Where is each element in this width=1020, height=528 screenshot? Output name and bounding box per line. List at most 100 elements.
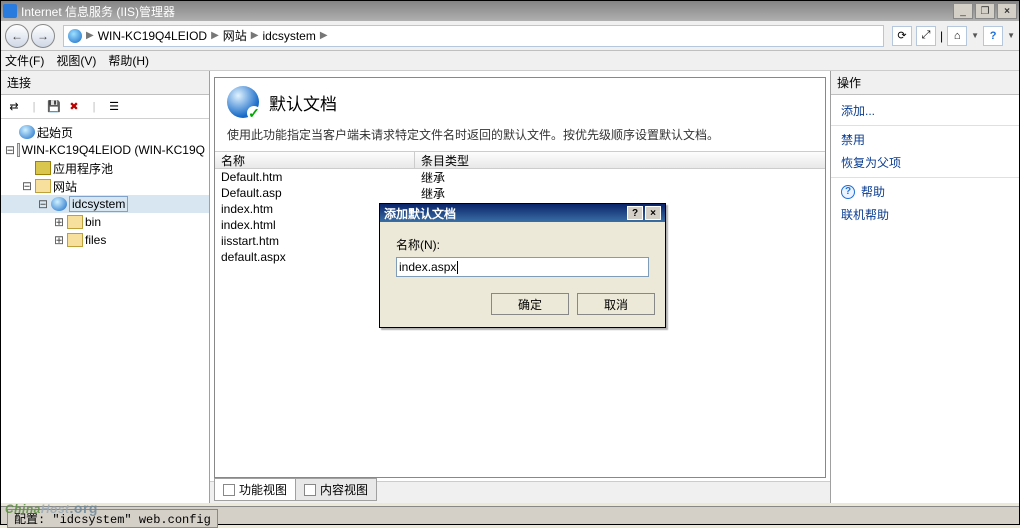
dialog-body: 名称(N): index.aspx bbox=[380, 222, 665, 287]
menu-file[interactable]: 文件(F) bbox=[5, 52, 44, 69]
action-add[interactable]: 添加... bbox=[831, 99, 1019, 126]
group-icon[interactable]: ☰ bbox=[105, 98, 123, 116]
collapse-icon[interactable]: ⊟ bbox=[5, 143, 15, 158]
delete-icon[interactable]: ✖ bbox=[65, 98, 83, 116]
save-icon[interactable]: 💾 bbox=[45, 98, 63, 116]
back-button[interactable]: ← bbox=[5, 24, 29, 48]
dialog-titlebar[interactable]: 添加默认文档 ? × bbox=[380, 204, 665, 222]
folder-icon bbox=[67, 215, 83, 229]
tab-label: 功能视图 bbox=[239, 481, 287, 498]
page-description: 使用此功能指定当客户端未请求特定文件名时返回的默认文件。按优先级顺序设置默认文档… bbox=[215, 126, 825, 151]
app-icon bbox=[3, 4, 17, 18]
breadcrumb-site[interactable]: idcsystem bbox=[262, 29, 315, 43]
site-icon bbox=[51, 197, 67, 211]
tab-features-view[interactable]: 功能视图 bbox=[214, 478, 296, 501]
help-button[interactable]: ? bbox=[983, 26, 1003, 46]
nav-actions: ⟳ ⤢ | ⌂ ▼ ? ▼ bbox=[892, 26, 1015, 46]
actions-panel: 操作 添加... 禁用 恢复为父项 ? 帮助 联机帮助 bbox=[830, 71, 1019, 503]
home-button[interactable]: ⌂ bbox=[947, 26, 967, 46]
actions-list: 添加... 禁用 恢复为父项 ? 帮助 联机帮助 bbox=[831, 95, 1019, 230]
tree-host[interactable]: ⊟ WIN-KC19Q4LEIOD (WIN-KC19Q bbox=[1, 141, 209, 159]
action-online-help[interactable]: 联机帮助 bbox=[831, 203, 1019, 226]
close-button[interactable]: × bbox=[997, 3, 1017, 19]
tree-app-pools[interactable]: 应用程序池 bbox=[1, 159, 209, 177]
forward-button[interactable]: → bbox=[31, 24, 55, 48]
menu-bar: 文件(F) 视图(V) 帮助(H) bbox=[1, 51, 1019, 71]
table-row[interactable]: Default.asp继承 bbox=[215, 185, 825, 201]
breadcrumb-host[interactable]: WIN-KC19Q4LEIOD bbox=[98, 29, 207, 43]
tree-folder-files[interactable]: ⊞ files bbox=[1, 231, 209, 249]
tree-sites[interactable]: ⊟ 网站 bbox=[1, 177, 209, 195]
expand-icon[interactable]: ⊞ bbox=[53, 233, 65, 248]
dialog-buttons: 确定 取消 bbox=[380, 287, 665, 327]
col-name[interactable]: 名称 bbox=[215, 152, 415, 169]
pool-icon bbox=[35, 161, 51, 175]
features-icon bbox=[223, 484, 235, 496]
window-buttons: _ ❐ × bbox=[953, 3, 1017, 19]
add-default-document-dialog: 添加默认文档 ? × 名称(N): index.aspx 确定 取消 bbox=[379, 203, 666, 328]
connect-icon[interactable]: ⇄ bbox=[5, 98, 23, 116]
dialog-title: 添加默认文档 bbox=[384, 205, 625, 222]
connections-toolbar: ⇄ | 💾 ✖ | ☰ bbox=[1, 95, 209, 119]
collapse-icon[interactable]: ⊟ bbox=[37, 197, 49, 212]
action-disable[interactable]: 禁用 bbox=[831, 128, 1019, 151]
tree-label: files bbox=[85, 233, 106, 247]
tab-label: 内容视图 bbox=[320, 481, 368, 498]
name-label: 名称(N): bbox=[396, 236, 649, 253]
breadcrumb-sites[interactable]: 网站 bbox=[223, 27, 247, 44]
content-icon bbox=[304, 484, 316, 496]
server-icon bbox=[17, 143, 20, 157]
chevron-right-icon: ▶ bbox=[251, 30, 259, 41]
separator-icon: | bbox=[85, 98, 103, 116]
default-document-icon bbox=[227, 86, 259, 118]
tree-site-idcsystem[interactable]: ⊟ idcsystem bbox=[1, 195, 209, 213]
cancel-button[interactable]: 取消 bbox=[577, 293, 655, 315]
tree-start-page[interactable]: 起始页 bbox=[1, 123, 209, 141]
grid-header: 名称 条目类型 bbox=[215, 151, 825, 169]
minimize-button[interactable]: _ bbox=[953, 3, 973, 19]
separator: | bbox=[940, 29, 943, 43]
dialog-help-button[interactable]: ? bbox=[627, 206, 643, 220]
separator-icon: | bbox=[25, 98, 43, 116]
connections-panel: 连接 ⇄ | 💾 ✖ | ☰ 起始页 ⊟ WIN-KC19Q4LEIOD (WI… bbox=[1, 71, 210, 503]
explore-button[interactable]: ⤢ bbox=[916, 26, 936, 46]
window-titlebar: Internet 信息服务 (IIS)管理器 _ ❐ × bbox=[1, 1, 1019, 21]
actions-header: 操作 bbox=[831, 71, 1019, 95]
dropdown-icon[interactable]: ▼ bbox=[1007, 31, 1015, 40]
chevron-right-icon: ▶ bbox=[86, 30, 94, 41]
chevron-right-icon: ▶ bbox=[211, 30, 219, 41]
breadcrumb[interactable]: ▶ WIN-KC19Q4LEIOD ▶ 网站 ▶ idcsystem ▶ bbox=[63, 25, 884, 47]
menu-view[interactable]: 视图(V) bbox=[56, 52, 96, 69]
tab-content-view[interactable]: 内容视图 bbox=[295, 478, 377, 501]
name-input[interactable]: index.aspx bbox=[396, 257, 649, 277]
ok-button[interactable]: 确定 bbox=[491, 293, 569, 315]
text-cursor bbox=[457, 261, 458, 274]
window-title: Internet 信息服务 (IIS)管理器 bbox=[21, 3, 953, 20]
restore-button[interactable]: ❐ bbox=[975, 3, 995, 19]
menu-help[interactable]: 帮助(H) bbox=[108, 52, 149, 69]
dialog-close-button[interactable]: × bbox=[645, 206, 661, 220]
tree-folder-bin[interactable]: ⊞ bin bbox=[1, 213, 209, 231]
dropdown-icon[interactable]: ▼ bbox=[971, 31, 979, 40]
tree-label: 起始页 bbox=[37, 124, 73, 141]
view-tabs: 功能视图 内容视图 bbox=[210, 481, 830, 503]
status-bar: 配置: "idcsystem" web.config bbox=[1, 506, 1019, 524]
col-type[interactable]: 条目类型 bbox=[415, 152, 825, 169]
tree-label: 应用程序池 bbox=[53, 160, 113, 177]
action-help[interactable]: ? 帮助 bbox=[831, 180, 1019, 203]
status-text: 配置: "idcsystem" web.config bbox=[7, 509, 218, 528]
action-revert[interactable]: 恢复为父项 bbox=[831, 151, 1019, 178]
connections-header: 连接 bbox=[1, 71, 209, 95]
tree-label: idcsystem bbox=[69, 196, 128, 212]
chevron-right-icon: ▶ bbox=[320, 30, 328, 41]
folder-icon bbox=[67, 233, 83, 247]
tree-label: 网站 bbox=[53, 178, 77, 195]
table-row[interactable]: Default.htm继承 bbox=[215, 169, 825, 185]
globe-icon bbox=[19, 125, 35, 139]
tree-label: bin bbox=[85, 215, 101, 229]
expand-icon[interactable]: ⊞ bbox=[53, 215, 65, 230]
help-icon: ? bbox=[841, 185, 855, 199]
refresh-button[interactable]: ⟳ bbox=[892, 26, 912, 46]
collapse-icon[interactable]: ⊟ bbox=[21, 179, 33, 194]
connections-tree: 起始页 ⊟ WIN-KC19Q4LEIOD (WIN-KC19Q 应用程序池 ⊟… bbox=[1, 119, 209, 503]
